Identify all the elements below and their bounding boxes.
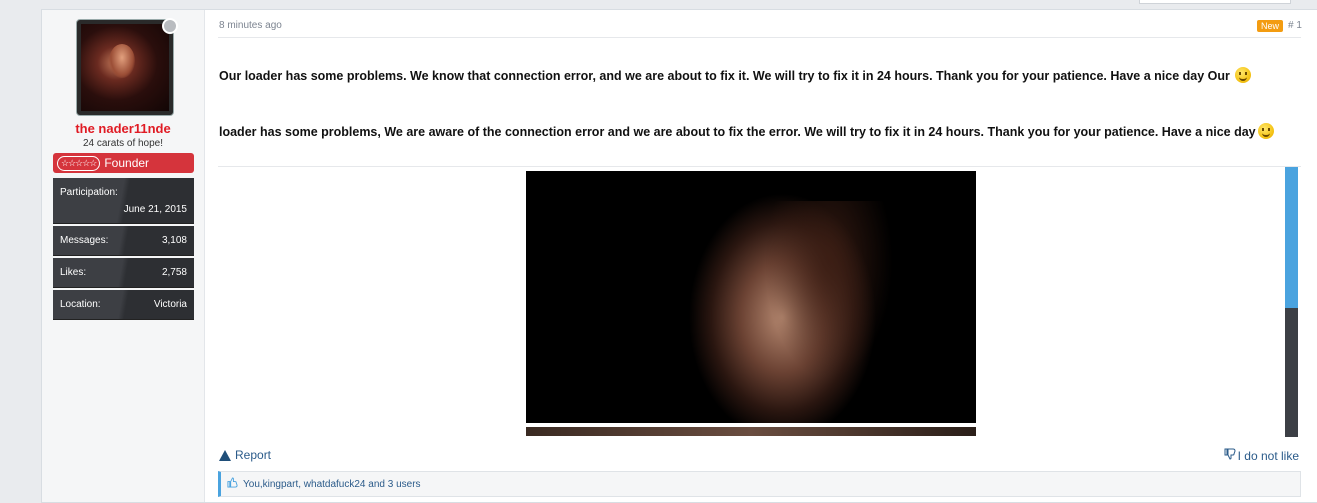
header-divider: [218, 37, 1301, 38]
status-dot-icon: [162, 18, 178, 34]
stat-location: Location: Victoria: [53, 290, 194, 320]
smiley-icon: [1235, 67, 1252, 83]
post-content: 8 minutes ago New # 1 Our loader has som…: [205, 10, 1317, 502]
stat-value: 3,108: [161, 235, 187, 246]
stat-messages: Messages: 3,108: [53, 226, 194, 256]
smiley-icon: [1257, 123, 1274, 139]
thumbs-up-icon: [227, 477, 238, 491]
stat-participation: Participation: June 21, 2015: [53, 178, 194, 224]
post-time-link[interactable]: 8 minutes ago: [219, 20, 282, 31]
stat-label: Likes:: [60, 267, 87, 278]
stat-value: June 21, 2015: [123, 204, 187, 215]
username-link[interactable]: the nader11nde: [42, 121, 204, 136]
scrollbar-thumb[interactable]: [1285, 167, 1298, 308]
message-paragraph-1: Our loader has some problems. We know th…: [219, 66, 1289, 86]
report-link[interactable]: Report: [219, 448, 271, 462]
warning-icon: [219, 449, 231, 461]
thumbs-down-icon: [1224, 448, 1236, 463]
stat-label: Participation:: [60, 187, 118, 198]
paragraph-text: Our loader has some problems. We know th…: [219, 69, 1230, 83]
new-badge: New: [1257, 20, 1284, 32]
avatar-image: [81, 24, 169, 111]
rank-label: Founder: [104, 156, 150, 170]
dislike-link[interactable]: I do not like: [1224, 448, 1299, 463]
forum-post: the nader11nde 24 carats of hope! ☆☆☆☆☆ …: [41, 9, 1317, 503]
stat-label: Location:: [60, 299, 101, 310]
user-stats: Participation: June 21, 2015 Messages: 3…: [53, 178, 194, 322]
stat-value: 2,758: [161, 267, 187, 278]
message-paragraph-2: loader has some problems, We are aware o…: [219, 122, 1289, 142]
stat-likes: Likes: 2,758: [53, 258, 194, 288]
dislike-label: I do not like: [1237, 448, 1299, 463]
report-label: Report: [235, 448, 272, 462]
likes-text: You,kingpart, whatdafuck24 and 3 users: [243, 478, 421, 490]
paragraph-text: loader has some problems, We are aware o…: [219, 125, 1256, 139]
embedded-gif-image: [526, 171, 976, 423]
content-divider: [218, 166, 1301, 167]
rank-banner: ☆☆☆☆☆ Founder: [53, 153, 194, 173]
user-sidebar: the nader11nde 24 carats of hope! ☆☆☆☆☆ …: [42, 10, 205, 502]
stat-value: Victoria: [153, 299, 187, 310]
top-button-edge[interactable]: [1139, 0, 1291, 4]
stat-label: Messages:: [60, 235, 109, 246]
likes-summary[interactable]: You,kingpart, whatdafuck24 and 3 users: [218, 471, 1301, 497]
stars-icon: ☆☆☆☆☆: [57, 155, 101, 171]
scrollbar[interactable]: [1285, 167, 1298, 437]
post-number-link[interactable]: # 1: [1288, 20, 1302, 31]
embedded-gif-strip: [526, 427, 976, 436]
avatar[interactable]: [76, 19, 174, 116]
user-title: 24 carats of hope!: [82, 138, 164, 149]
